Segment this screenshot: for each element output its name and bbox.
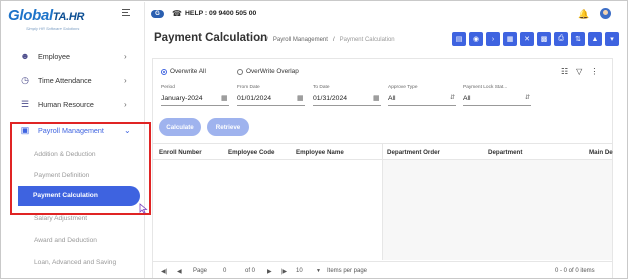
chevron-right-icon: › [124,51,127,61]
bell-icon[interactable]: 🔔 [578,9,589,20]
report-icon[interactable]: ▩ [537,32,551,46]
approve-type-select[interactable]: Approve Type All ⇵ [388,85,456,106]
field-label: Payment Lock Stat... [463,85,508,90]
from-date-value[interactable]: 01/01/2024 [237,95,271,102]
lock-icon[interactable]: ◉ [469,32,483,46]
page-title: Payment Calculation [154,32,268,44]
help-logo-icon: G [151,10,164,18]
field-label: To Date [313,85,330,90]
phone-icon: ☎ [172,9,182,18]
sidebar-item-time-attendance[interactable]: ◷ Time Attendance › [2,69,145,91]
topbar: G ☎ HELP : 09 9400 505 00 🔔 [145,2,627,28]
retrieve-button[interactable]: Retrieve [207,118,249,136]
page-size-select[interactable]: 10 [296,268,303,274]
breadcrumb: ⌂ / Payroll Management / Payment Calcula… [257,36,395,43]
column-header[interactable]: Department Order [387,149,440,156]
first-page-icon[interactable]: ◀| [161,268,167,275]
columns-icon[interactable]: ☷ [561,67,568,76]
breadcrumb-current: Payment Calculation [339,36,395,43]
sidebar-subitem-label: Award and Deduction [34,236,97,244]
column-header[interactable]: Employee Name [296,149,344,156]
payment-lock-value[interactable]: All [463,95,471,102]
from-date-field[interactable]: From Date 01/01/2024 ▦ [237,85,305,106]
sort-arrows-icon[interactable]: ⇵ [450,94,455,101]
document-icon[interactable]: ▤ [452,32,466,46]
approve-type-value[interactable]: All [388,95,396,102]
breadcrumb-item[interactable]: Payroll Management [273,37,328,43]
home-icon[interactable]: ⌂ [257,36,261,43]
items-per-page-label: Items per page [327,268,368,274]
sidebar-item-label: Human Resource [38,99,94,109]
filter-panel: Overwrite All OverWrite Overlap ☷ ▽ ⋮ Pe… [152,58,613,278]
radio-overwrite-overlap[interactable]: OverWrite Overlap [237,68,299,75]
chevron-right-icon[interactable]: › [486,32,500,46]
action-toolbar: ▤ ◉ › ▦ ✕ ▩ ⎙ ⇅ ▲ ▾ [452,32,619,46]
help-text: HELP : 09 9400 505 00 [185,10,257,17]
radio-selected-icon [161,68,167,75]
page-input[interactable]: 0 [223,268,226,274]
chevron-right-icon: › [124,75,127,85]
logo-text: GlobalTA.HR [8,7,85,24]
filter-icon[interactable]: ▽ [576,67,582,76]
last-page-icon[interactable]: |▶ [281,268,287,275]
radio-overwrite-all[interactable]: Overwrite All [161,68,206,75]
sidebar-item-label: Time Attendance [38,75,92,85]
period-value[interactable]: January-2024 [161,95,203,102]
period-field[interactable]: Period January-2024 ▦ [161,85,229,106]
calendar-icon[interactable]: ▦ [503,32,517,46]
column-header[interactable]: Department [488,149,522,156]
field-label: Period [161,85,175,90]
logo-tagline: Simply HR Software Solutions [26,26,80,31]
column-header[interactable]: Employee Code [228,149,274,156]
sidebar-item-human-resource[interactable]: ☰ Human Resource › [2,93,145,115]
to-date-field[interactable]: To Date 01/31/2024 ▦ [313,85,381,106]
chevron-right-icon: › [124,99,127,109]
sort-arrows-icon[interactable]: ⇵ [525,94,530,101]
hierarchy-icon[interactable]: ▲ [588,32,602,46]
next-page-icon[interactable]: ▶ [267,268,272,275]
prev-page-icon[interactable]: ◀ [177,268,182,275]
calendar-icon[interactable]: ▦ [221,94,228,102]
sidebar-item-label: Employee [38,51,70,61]
people-icon: ☻ [20,51,30,61]
radio-label: Overwrite All [170,68,206,75]
page-label: Page [193,268,208,274]
delete-icon[interactable]: ✕ [520,32,534,46]
grid-tools: ☷ ▽ ⋮ [561,67,598,76]
page-total: of 0 [245,268,256,274]
export-icon[interactable]: ⇅ [571,32,585,46]
more-vertical-icon[interactable]: ⋮ [590,67,598,76]
field-label: From Date [237,85,260,90]
payment-lock-status-select[interactable]: Payment Lock Stat... All ⇵ [463,85,531,106]
calendar-icon[interactable]: ▦ [373,94,380,102]
annotation-highlight-box [10,122,151,215]
chevron-down-icon[interactable]: ▼ [316,268,321,274]
sidebar-subitem-label: Salary Adjustment [34,214,88,222]
to-date-value[interactable]: 01/31/2024 [313,95,347,102]
mouse-cursor-icon [139,203,148,214]
filter-icon[interactable]: ▾ [605,32,619,46]
radio-label: OverWrite Overlap [246,68,299,75]
calculate-button[interactable]: Calculate [159,118,201,136]
column-header[interactable]: Main De [589,149,613,156]
field-label: Approve Type [388,85,418,90]
clock-icon: ◷ [21,74,29,85]
menu-toggle-icon[interactable] [122,9,130,17]
breadcrumb-separator: / [332,36,335,43]
radio-unselected-icon [237,68,243,75]
app-window: GlobalTA.HR Simply HR Software Solutions… [0,0,628,279]
calendar-icon[interactable]: ▦ [297,94,304,102]
sidebar-subitem-label: Loan, Advanced and Saving [34,258,117,266]
pager: ◀| ◀ Page 0 of 0 ▶ |▶ 10 ▼ Items per pag… [153,261,612,278]
column-header[interactable]: Enroll Number [159,149,202,156]
breadcrumb-separator: / [266,36,268,43]
brand-logo[interactable]: GlobalTA.HR Simply HR Software Solutions [8,6,108,34]
pager-summary: 0 - 0 of 0 items [555,268,595,274]
person-list-icon: ☰ [20,98,30,109]
sidebar-item-employee[interactable]: ☻ Employee › [2,45,145,67]
print-icon[interactable]: ⎙ [554,32,568,46]
grid-body-empty [383,160,612,260]
avatar[interactable] [600,8,611,19]
